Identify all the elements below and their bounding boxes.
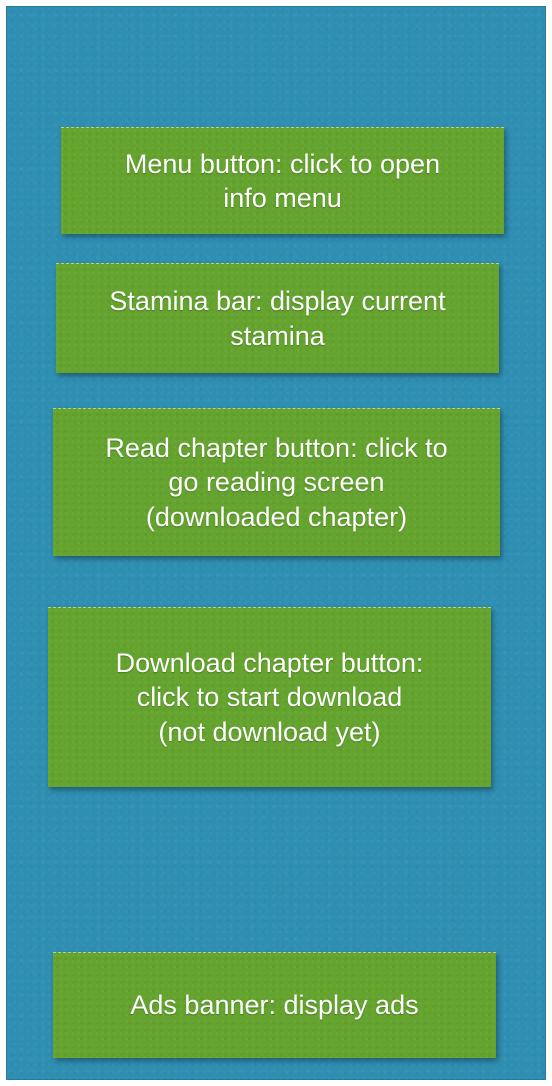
note-line: click to start download xyxy=(136,682,403,713)
note-line: stamina xyxy=(230,320,325,351)
ads-banner-note: Ads banner: display ads xyxy=(53,952,496,1058)
note-line: Read chapter button: click to xyxy=(105,433,448,464)
note-line: Download chapter button: xyxy=(115,648,424,679)
note-line: go reading screen xyxy=(168,467,385,498)
stamina-bar-note: Stamina bar: display current stamina xyxy=(56,263,499,373)
note-line: Ads banner: display ads xyxy=(130,990,419,1021)
download-chapter-button-note: Download chapter button: click to start … xyxy=(48,607,491,787)
note-line: Stamina bar: display current xyxy=(109,286,446,317)
note-line: Menu button: click to open xyxy=(124,148,441,179)
menu-button-note: Menu button: click to open info menu xyxy=(61,127,504,234)
read-chapter-button-note: Read chapter button: click to go reading… xyxy=(53,408,500,556)
note-line: info menu xyxy=(223,183,342,213)
wireframe-board: Menu button: click to open info menu Sta… xyxy=(6,6,546,1080)
note-line: (not download yet) xyxy=(158,716,381,747)
note-line: (downloaded chapter) xyxy=(145,501,408,532)
